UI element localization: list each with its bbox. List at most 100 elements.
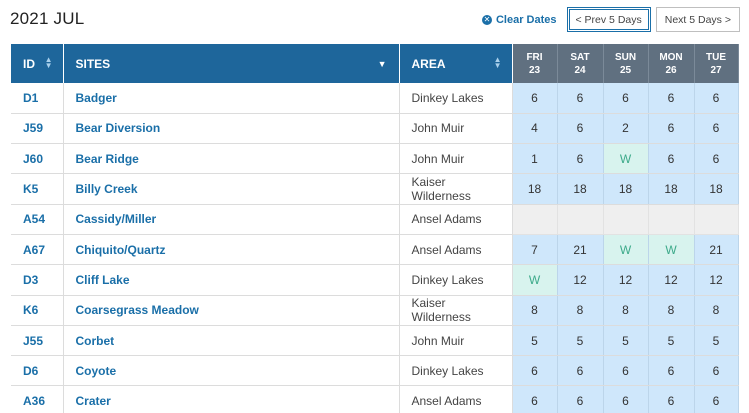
availability-cell[interactable]: W (603, 234, 649, 266)
availability-cell[interactable]: 6 (694, 113, 739, 145)
availability-cell[interactable]: 18 (557, 173, 604, 205)
availability-cell[interactable]: 1 (512, 143, 558, 175)
availability-cell[interactable]: 18 (512, 173, 558, 205)
availability-cell[interactable]: 6 (648, 355, 695, 387)
availability-cell[interactable]: 6 (557, 83, 604, 114)
availability-cell[interactable]: 5 (557, 325, 604, 357)
availability-cell[interactable]: 6 (603, 83, 649, 114)
site-id-link[interactable]: A54 (11, 204, 64, 235)
site-name-link[interactable]: Coarsegrass Meadow (63, 295, 400, 326)
availability-cell[interactable]: 6 (694, 143, 739, 175)
availability-cell[interactable]: 8 (603, 295, 649, 326)
day-date: 24 (574, 64, 586, 76)
availability-cell (512, 204, 558, 235)
availability-cell[interactable]: 18 (694, 173, 739, 205)
availability-cell[interactable]: 4 (512, 113, 558, 145)
availability-cell[interactable]: 6 (557, 355, 604, 387)
site-name-link[interactable]: Cliff Lake (63, 264, 400, 296)
site-name-link[interactable]: Cassidy/Miller (63, 204, 400, 235)
table-row: K5 Billy Creek Kaiser Wilderness 18 18 18 18 18 (11, 173, 739, 205)
availability-cell[interactable]: 18 (603, 173, 649, 205)
day-of-week: SAT (570, 51, 590, 63)
availability-cell[interactable]: 6 (557, 143, 604, 175)
next-5-days-button[interactable]: Next 5 Days > (655, 7, 740, 32)
site-id-link[interactable]: K6 (11, 295, 64, 326)
availability-cell[interactable]: 6 (694, 355, 739, 387)
site-area: Dinkey Lakes (399, 264, 513, 296)
site-id-link[interactable]: K5 (11, 173, 64, 205)
availability-cell[interactable]: 6 (512, 385, 558, 413)
site-area: John Muir (399, 143, 513, 175)
availability-cell[interactable]: W (648, 234, 695, 266)
availability-cell[interactable]: 6 (648, 143, 695, 175)
availability-cell[interactable]: 8 (512, 295, 558, 326)
availability-cell[interactable]: 2 (603, 113, 649, 145)
site-name-link[interactable]: Corbet (63, 325, 400, 357)
availability-cell[interactable]: 6 (557, 385, 604, 413)
availability-cell[interactable]: 8 (648, 295, 695, 326)
site-id-link[interactable]: A67 (11, 234, 64, 266)
site-id-link[interactable]: J55 (11, 325, 64, 357)
availability-cell[interactable]: 18 (648, 173, 695, 205)
site-area: Dinkey Lakes (399, 355, 513, 387)
availability-cell[interactable]: 6 (694, 83, 739, 114)
column-header-id[interactable]: ID ▲ ▼ (11, 44, 64, 83)
site-name-link[interactable]: Coyote (63, 355, 400, 387)
availability-cell[interactable]: 5 (694, 325, 739, 357)
availability-cell (557, 204, 604, 235)
site-id-link[interactable]: D6 (11, 355, 64, 387)
availability-cell[interactable]: 6 (648, 83, 695, 114)
availability-cell[interactable]: 6 (512, 83, 558, 114)
site-name-link[interactable]: Crater (63, 385, 400, 413)
availability-cell[interactable]: 8 (557, 295, 604, 326)
availability-cell[interactable]: 6 (603, 385, 649, 413)
availability-cell[interactable]: 5 (648, 325, 695, 357)
column-header-sites[interactable]: SITES ▼ (63, 44, 400, 83)
day-date: 25 (619, 64, 632, 76)
availability-cell[interactable]: W (603, 143, 649, 175)
availability-cell[interactable]: 12 (557, 264, 604, 296)
availability-cell[interactable]: 8 (694, 295, 739, 326)
date-controls: ✕ Clear Dates < Prev 5 Days Next 5 Days … (481, 7, 740, 32)
column-header-area[interactable]: AREA ▲ ▼ (399, 44, 513, 83)
availability-cell[interactable]: 12 (603, 264, 649, 296)
day-of-week: TUE (706, 51, 726, 63)
clear-dates-button[interactable]: ✕ Clear Dates (481, 13, 557, 26)
site-id-link[interactable]: J59 (11, 113, 64, 145)
availability-cell[interactable]: 12 (694, 264, 739, 296)
site-area: Kaiser Wilderness (399, 173, 513, 205)
prev-5-days-button[interactable]: < Prev 5 Days (566, 7, 651, 32)
site-id-link[interactable]: D3 (11, 264, 64, 296)
column-header-day: FRI 23 (512, 44, 558, 83)
site-id-link[interactable]: J60 (11, 143, 64, 175)
availability-cell[interactable]: 6 (648, 113, 695, 145)
table-row: D3 Cliff Lake Dinkey Lakes W 12 12 12 12 (11, 264, 739, 296)
close-icon: ✕ (481, 14, 492, 25)
availability-cell[interactable]: 7 (512, 234, 558, 266)
availability-cell[interactable]: 12 (648, 264, 695, 296)
site-name-link[interactable]: Bear Diversion (63, 113, 400, 145)
availability-cell[interactable]: 21 (557, 234, 604, 266)
availability-cell[interactable]: W (512, 264, 558, 296)
availability-cell[interactable]: 6 (694, 385, 739, 413)
clear-dates-label: Clear Dates (495, 13, 557, 26)
table-row: D6 Coyote Dinkey Lakes 6 6 6 6 6 (11, 355, 739, 387)
availability-cell[interactable]: 6 (603, 355, 649, 387)
site-name-link[interactable]: Billy Creek (63, 173, 400, 205)
site-area: Ansel Adams (399, 234, 513, 266)
column-header-id-label: ID (23, 56, 35, 71)
site-name-link[interactable]: Badger (63, 83, 400, 114)
site-name-link[interactable]: Chiquito/Quartz (63, 234, 400, 266)
site-id-link[interactable]: D1 (11, 83, 64, 114)
availability-cell[interactable]: 6 (557, 113, 604, 145)
day-of-week: SUN (614, 51, 637, 63)
availability-cell[interactable]: 21 (694, 234, 739, 266)
site-name-link[interactable]: Bear Ridge (63, 143, 400, 175)
availability-cell[interactable]: 5 (512, 325, 558, 357)
site-id-link[interactable]: A36 (11, 385, 64, 413)
day-date: 23 (528, 64, 541, 76)
availability-cell[interactable]: 6 (512, 355, 558, 387)
site-area: John Muir (399, 325, 513, 357)
availability-cell[interactable]: 6 (648, 385, 695, 413)
availability-cell[interactable]: 5 (603, 325, 649, 357)
